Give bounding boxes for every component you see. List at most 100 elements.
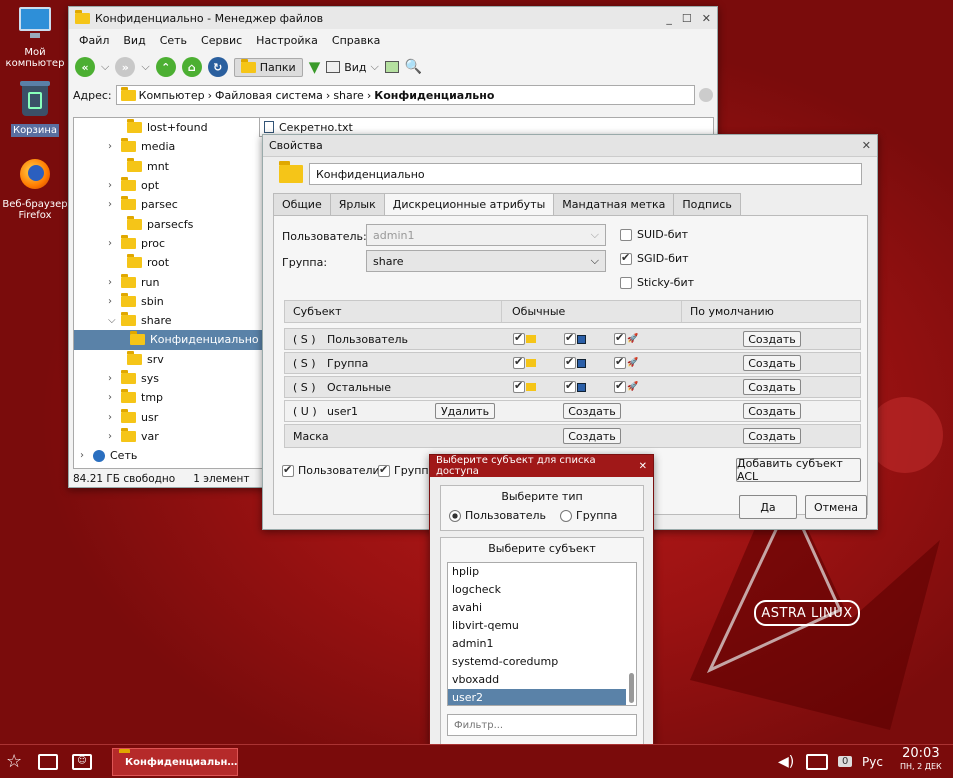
create-button[interactable]: Создать xyxy=(563,403,621,419)
folder-icon xyxy=(121,408,136,423)
menu-settings[interactable]: Настройка xyxy=(256,34,318,47)
list-item[interactable]: logcheck xyxy=(448,581,636,599)
sgid-checkbox[interactable]: SGID-бит xyxy=(620,251,689,265)
mask-row[interactable]: Маска Создать Создать xyxy=(284,424,861,448)
create-button[interactable]: Создать xyxy=(743,403,801,419)
permission-icons[interactable]: 🚀 xyxy=(513,379,638,393)
clock[interactable]: 20:03 ПН, 2 ДЕК xyxy=(900,747,942,773)
title-bar[interactable]: Конфиденциально - Менеджер файлов _ ☐ ✕ xyxy=(69,7,717,29)
list-item[interactable]: libvirt-qemu xyxy=(448,617,636,635)
add-acl-button[interactable]: Добавить субъект ACL xyxy=(736,457,861,483)
windows-icon[interactable] xyxy=(38,753,58,770)
list-item[interactable]: admin1 xyxy=(448,635,636,653)
desktop-icon-label: Мой компьютер xyxy=(5,47,65,69)
chooser-title-bar[interactable]: Выберите субъект для списка доступа ✕ xyxy=(430,455,653,477)
tab-signature[interactable]: Подпись xyxy=(673,193,741,215)
permission-icons[interactable]: 🚀 xyxy=(513,331,638,345)
crumb[interactable]: Файловая система xyxy=(215,89,323,102)
maximize-icon[interactable]: ☐ xyxy=(682,12,692,25)
go-icon[interactable] xyxy=(699,88,713,102)
subject-list: hplip logcheck avahi libvirt-qemu admin1… xyxy=(447,562,637,706)
users-checkbox[interactable]: Пользователи xyxy=(282,463,380,477)
cancel-button[interactable]: Отмена xyxy=(805,495,867,519)
ok-button[interactable]: Да xyxy=(739,495,797,519)
radio-user[interactable]: Пользователь xyxy=(449,509,546,522)
tab-shortcut[interactable]: Ярлык xyxy=(329,193,385,215)
folder-icon xyxy=(127,254,142,269)
create-button[interactable]: Создать xyxy=(743,379,801,395)
list-item-selected[interactable]: user2 xyxy=(448,689,626,705)
dialog-title-bar[interactable]: Свойства ✕ xyxy=(263,135,877,157)
radio-group[interactable]: Группа xyxy=(560,509,617,522)
group-select[interactable]: share ⌵ xyxy=(366,250,606,272)
taskbar-task[interactable]: Конфиденциальн… xyxy=(112,748,238,776)
close-icon[interactable]: ✕ xyxy=(639,461,647,472)
acl-row[interactable]: ( S ) Остальные 🚀 Создать xyxy=(284,376,861,398)
clock-time: 20:03 xyxy=(902,746,940,761)
sticky-checkbox[interactable]: Sticky-бит xyxy=(620,276,694,289)
tab-mandatory[interactable]: Мандатная метка xyxy=(553,193,675,215)
search-icon[interactable]: 🔍 xyxy=(405,59,422,75)
create-button[interactable]: Создать xyxy=(743,331,801,347)
name-field[interactable]: Конфиденциально xyxy=(309,163,862,185)
menu-service[interactable]: Сервис xyxy=(201,34,242,47)
desktop-icon-trash[interactable]: Корзина xyxy=(0,81,70,137)
refresh-icon[interactable]: ↻ xyxy=(207,57,228,77)
folder-icon xyxy=(75,9,90,24)
tab-discretionary[interactable]: Дискреционные атрибуты xyxy=(383,193,555,216)
crumb[interactable]: Конфиденциально xyxy=(374,89,494,102)
address-field[interactable]: Компьютер › Файловая система › share › Конф… xyxy=(115,85,695,105)
notification-badge[interactable]: 0 xyxy=(838,756,853,767)
file-item[interactable]: Секретно.txt xyxy=(279,121,353,134)
crumb[interactable]: share xyxy=(333,89,364,102)
desktop-icon-label: Корзина xyxy=(10,124,60,137)
desktop-icon[interactable]: ☺ xyxy=(72,753,92,770)
desktop-icon-computer[interactable]: Мой компьютер xyxy=(0,4,70,69)
folder-icon xyxy=(121,138,136,153)
menu-help[interactable]: Справка xyxy=(332,34,380,47)
keyboard-layout[interactable]: Рус xyxy=(862,755,883,769)
menu-view[interactable]: Вид xyxy=(123,34,145,47)
subject-chooser-dialog: Выберите субъект для списка доступа ✕ Вы… xyxy=(429,454,654,746)
list-item[interactable]: systemd-coredump xyxy=(448,653,636,671)
desktop-icon-firefox[interactable]: Веб-браузер Firefox xyxy=(0,156,70,221)
folder-icon xyxy=(121,234,136,249)
list-item[interactable]: avahi xyxy=(448,599,636,617)
user-select[interactable]: admin1 ⌵ xyxy=(366,224,606,246)
save-icon xyxy=(577,382,586,392)
acl-row[interactable]: ( S ) Пользователь 🚀 Создать xyxy=(284,328,861,350)
taskbar: ☆ ☺ Конфиденциальн… ◀) 0 Рус 20:03 ПН, 2… xyxy=(0,744,953,778)
menu-network[interactable]: Сеть xyxy=(160,34,187,47)
create-button[interactable]: Создать xyxy=(743,355,801,371)
menu-file[interactable]: Файл xyxy=(79,34,109,47)
create-button[interactable]: Создать xyxy=(563,428,621,444)
view-button[interactable]: Вид ⌵ xyxy=(326,60,379,74)
forward-icon[interactable]: » xyxy=(115,57,136,77)
list-item[interactable]: vboxadd xyxy=(448,671,636,689)
network-status-icon[interactable] xyxy=(806,753,828,770)
chooser-title: Выберите субъект для списка доступа xyxy=(436,455,596,477)
acl-row[interactable]: ( U ) user1 Удалить Создать Создать xyxy=(284,400,861,422)
filter-input[interactable] xyxy=(447,714,637,736)
permission-icons[interactable]: 🚀 xyxy=(513,355,638,369)
up-icon[interactable]: ⌃ xyxy=(155,57,176,77)
list-item[interactable]: hplip xyxy=(448,563,636,581)
suid-checkbox[interactable]: SUID-бит xyxy=(620,228,688,241)
acl-row[interactable]: ( S ) Группа 🚀 Создать xyxy=(284,352,861,374)
close-icon[interactable]: ✕ xyxy=(702,12,711,25)
filter-icon[interactable]: ▼ xyxy=(309,58,321,76)
home-icon[interactable]: ⌂ xyxy=(181,57,202,77)
delete-button[interactable]: Удалить xyxy=(435,403,495,419)
folders-button[interactable]: Папки xyxy=(233,57,303,77)
minimize-icon[interactable]: _ xyxy=(666,12,672,25)
back-icon[interactable]: « xyxy=(75,57,95,77)
create-button[interactable]: Создать xyxy=(743,428,801,444)
tab-general[interactable]: Общие xyxy=(273,193,331,215)
close-icon[interactable]: ✕ xyxy=(862,139,871,152)
group-label: Группа: xyxy=(282,256,328,269)
start-menu-icon[interactable]: ☆ xyxy=(6,751,22,772)
crumb[interactable]: Компьютер xyxy=(139,89,205,102)
list-scrollbar[interactable] xyxy=(629,673,634,703)
volume-icon[interactable]: ◀) xyxy=(778,754,794,770)
preview-icon[interactable] xyxy=(384,61,399,73)
